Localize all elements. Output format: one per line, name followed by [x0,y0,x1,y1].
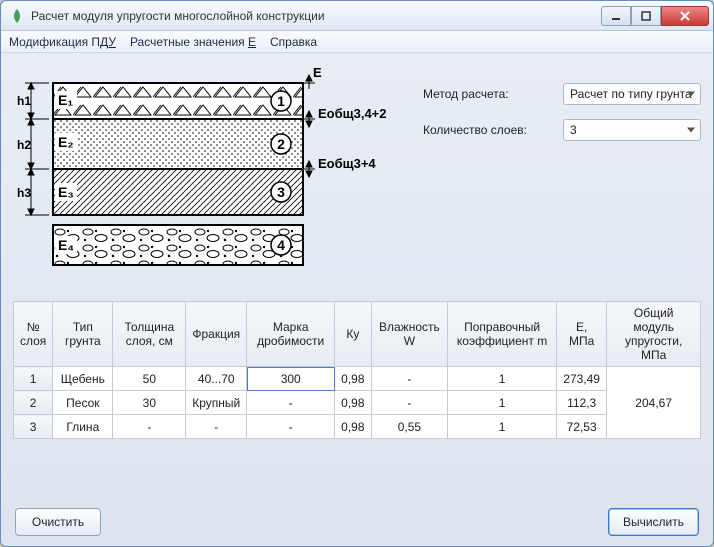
layers-row: Количество слоев: 3 [423,119,701,141]
cell-fraction[interactable]: - [186,415,247,439]
method-combo[interactable]: Расчет по типу грунта [563,83,701,105]
svg-text:3: 3 [277,184,285,200]
cell-fraction[interactable]: Крупный [186,391,247,415]
cell-type[interactable]: Щебень [53,367,113,391]
cell-ku[interactable]: 0,98 [335,415,371,439]
controls-panel: Метод расчета: Расчет по типу грунта Кол… [423,63,701,293]
col-moisture: Влажность W [371,302,448,367]
cell-crush[interactable]: - [247,391,335,415]
close-button[interactable] [661,6,709,26]
col-crush: Марка дробимости [247,302,335,367]
cell-e[interactable]: 112,3 [556,391,606,415]
app-icon [9,8,25,24]
cell-num: 3 [14,415,53,439]
svg-text:h1: h1 [17,94,31,108]
svg-text:Еобщ3,4+2: Еобщ3,4+2 [318,106,387,121]
menu-calculated-values[interactable]: Расчетные значения Е [130,35,256,49]
cell-thickness[interactable]: 50 [113,367,186,391]
cell-coeff[interactable]: 1 [448,391,557,415]
svg-text:E₂: E₂ [58,134,74,150]
titlebar: Расчет модуля упругости многослойной кон… [1,1,713,31]
cell-thickness[interactable]: - [113,415,186,439]
svg-text:E₃: E₃ [58,184,74,200]
col-type: Тип грунта [53,302,113,367]
cell-coeff[interactable]: 1 [448,415,557,439]
method-label: Метод расчета: [423,87,553,101]
svg-text:4: 4 [277,237,285,253]
window-title: Расчет модуля упругости многослойной кон… [31,9,601,23]
menu-help[interactable]: Справка [270,35,317,49]
cell-ku[interactable]: 0,98 [335,391,371,415]
col-ku: Ку [335,302,371,367]
cell-moisture[interactable]: 0,55 [371,415,448,439]
layers-value: 3 [570,123,577,137]
window-controls [601,6,709,26]
chevron-down-icon [687,92,695,97]
layers-diagram: Е Еобщ3,4+2 Еобщ3+4 1 2 3 [13,63,393,293]
cell-type[interactable]: Глина [53,415,113,439]
cell-coeff[interactable]: 1 [448,367,557,391]
table-row: 3 Глина - - - 0,98 0,55 1 72,53 [14,415,701,439]
menu-modification[interactable]: Модификация ПДУ [9,35,116,49]
cell-fraction[interactable]: 40...70 [186,367,247,391]
svg-text:Е: Е [313,65,322,80]
cell-num: 2 [14,391,53,415]
svg-text:E₁: E₁ [58,92,73,108]
layers-label: Количество слоев: [423,123,553,137]
layers-combo[interactable]: 3 [563,119,701,141]
app-window: Расчет модуля упругости многослойной кон… [0,0,714,547]
chevron-down-icon [687,128,695,133]
button-row: Очистить Вычислить [13,504,701,536]
clear-button[interactable]: Очистить [15,508,101,536]
menubar: Модификация ПДУ Расчетные значения Е Спр… [1,31,713,53]
cell-num: 1 [14,367,53,391]
col-e: Е, МПа [556,302,606,367]
cell-e[interactable]: 72,53 [556,415,606,439]
maximize-button[interactable] [631,6,661,26]
cell-total: 204,67 [607,367,701,439]
method-value: Расчет по типу грунта [570,87,692,101]
svg-text:1: 1 [277,93,285,109]
minimize-button[interactable] [601,6,631,26]
table-row: 2 Песок 30 Крупный - 0,98 - 1 112,3 [14,391,701,415]
cell-type[interactable]: Песок [53,391,113,415]
svg-text:h2: h2 [17,138,31,152]
col-thickness: Толщина слоя, см [113,302,186,367]
cell-crush[interactable]: - [247,415,335,439]
col-num: № слоя [14,302,53,367]
svg-text:E₄: E₄ [58,237,74,253]
cell-crush[interactable]: 300 [247,367,335,391]
layers-table: № слоя Тип грунта Толщина слоя, см Фракц… [13,301,701,439]
client-area: Е Еобщ3,4+2 Еобщ3+4 1 2 3 [1,53,713,546]
col-fraction: Фракция [186,302,247,367]
cell-e[interactable]: 273,49 [556,367,606,391]
cell-moisture[interactable]: - [371,367,448,391]
svg-text:Еобщ3+4: Еобщ3+4 [318,156,376,171]
method-row: Метод расчета: Расчет по типу грунта [423,83,701,105]
svg-text:2: 2 [277,136,285,152]
compute-button[interactable]: Вычислить [608,508,699,536]
col-coeff: Поправочный коэффициент m [448,302,557,367]
cell-ku[interactable]: 0,98 [335,367,371,391]
col-total: Общий модуль упругости, МПа [607,302,701,367]
cell-moisture[interactable]: - [371,391,448,415]
table-header-row: № слоя Тип грунта Толщина слоя, см Фракц… [14,302,701,367]
cell-thickness[interactable]: 30 [113,391,186,415]
top-area: Е Еобщ3,4+2 Еобщ3+4 1 2 3 [13,63,701,293]
table-row: 1 Щебень 50 40...70 300 0,98 - 1 273,49 … [14,367,701,391]
svg-text:h3: h3 [17,186,31,200]
